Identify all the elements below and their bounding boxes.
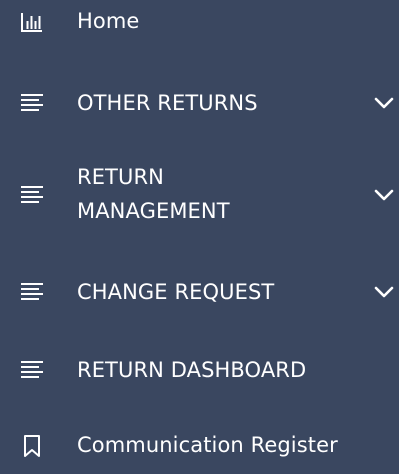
list-lines-icon — [20, 358, 44, 382]
sidebar-item-label: Home — [77, 9, 140, 33]
chevron-down-icon[interactable] — [372, 91, 396, 115]
sidebar-item-return-dashboard[interactable]: RETURN DASHBOARD — [0, 350, 399, 398]
sidebar-item-label: OTHER RETURNS — [77, 91, 258, 115]
sidebar-item-label: RETURN MANAGEMENT — [77, 165, 230, 223]
sidebar-item-communication-register[interactable]: Communication Register — [0, 426, 399, 474]
sidebar-item-change-request[interactable]: CHANGE REQUEST — [0, 272, 399, 320]
sidebar-item-home[interactable]: Home — [0, 0, 399, 48]
sidebar-item-return-management[interactable]: RETURN MANAGEMENT — [0, 158, 399, 238]
chevron-down-icon[interactable] — [372, 183, 396, 207]
list-lines-icon — [20, 280, 44, 304]
chevron-down-icon[interactable] — [372, 280, 396, 304]
sidebar-item-label: Communication Register — [77, 433, 338, 457]
bookmark-icon — [20, 434, 44, 458]
sidebar-item-label: RETURN DASHBOARD — [77, 358, 307, 382]
sidebar-item-label: CHANGE REQUEST — [77, 280, 275, 304]
list-lines-icon — [20, 91, 44, 115]
sidebar-menu: Home OTHER RETURNS RETURN MANAGEMENT CHA… — [0, 0, 399, 474]
bar-chart-icon — [20, 10, 44, 34]
sidebar-item-other-returns[interactable]: OTHER RETURNS — [0, 80, 399, 128]
list-lines-icon — [20, 183, 44, 207]
